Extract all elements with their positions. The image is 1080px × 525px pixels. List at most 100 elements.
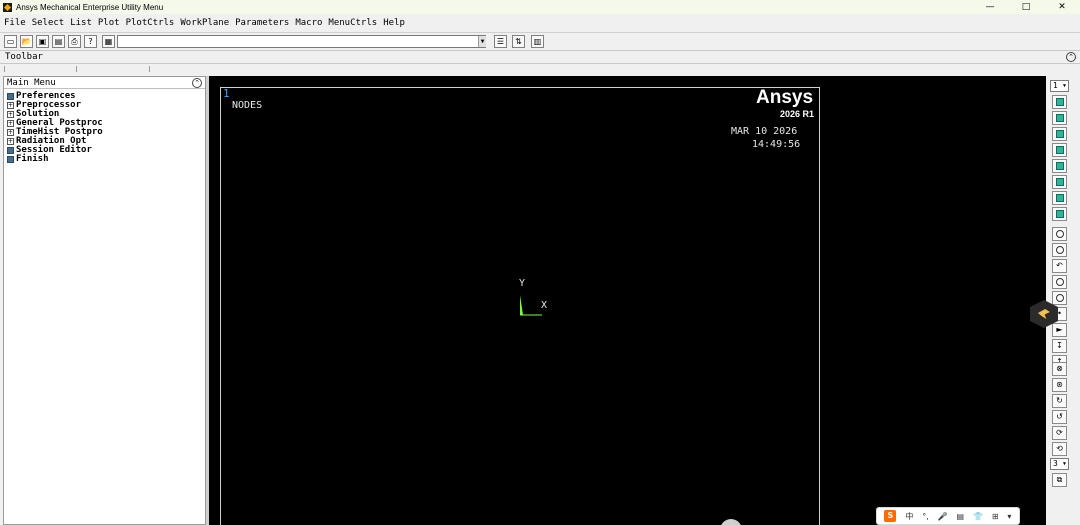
plot-date: MAR 10 2026 <box>731 126 798 137</box>
oblique-cube-icon <box>1055 114 1064 122</box>
punctuation-icon[interactable]: °, <box>922 512 929 521</box>
toolbar-label: Toolbar <box>5 52 43 62</box>
rotate-z-icon: ⟲ <box>1056 444 1063 453</box>
open-icon[interactable]: 📂 <box>20 35 33 48</box>
expand-icon[interactable]: + <box>7 111 14 118</box>
release-label: 2026 R1 <box>780 109 815 119</box>
front-cube-icon <box>1055 130 1064 138</box>
window-title: Ansys Mechanical Enterprise Utility Menu <box>16 2 164 12</box>
window-number: 1 <box>223 87 230 100</box>
contact-manager-icon[interactable]: ☰ <box>494 35 507 48</box>
toolbar-collapse-icon[interactable]: ⌃ <box>1066 52 1076 62</box>
menu-parameters[interactable]: Parameters <box>235 18 289 28</box>
new-icon[interactable]: ▭ <box>4 35 17 48</box>
left-cube-icon <box>1055 194 1064 202</box>
back-view-button[interactable] <box>1052 143 1067 157</box>
back-up-button[interactable]: ↶ <box>1052 259 1067 273</box>
print-icon[interactable]: ⎙ <box>68 35 81 48</box>
skin-icon[interactable]: 👕 <box>973 512 983 521</box>
command-input[interactable] <box>117 35 486 48</box>
minimize-button[interactable]: — <box>972 0 1008 14</box>
window-select[interactable]: 1 ▼ <box>1050 80 1069 92</box>
rotate-x-icon: ⊛ <box>1056 380 1063 389</box>
ime-language-toggle[interactable]: 中 <box>905 511 913 522</box>
zoom-icon <box>1055 246 1064 254</box>
zoom-in-button[interactable] <box>1052 275 1067 289</box>
rotate-y-minus-button[interactable]: ↻ <box>1052 394 1067 408</box>
print-setup-icon[interactable]: ▤ <box>52 35 65 48</box>
dynamic-mode-icon: ⧉ <box>1056 475 1063 484</box>
maximize-button[interactable]: □ <box>1008 0 1044 14</box>
left-view-button[interactable] <box>1052 191 1067 205</box>
toolbar-separator <box>0 65 1080 73</box>
window-controls: — □ ✕ <box>972 0 1080 14</box>
save-icon[interactable]: ▣ <box>36 35 49 48</box>
menu-help[interactable]: Help <box>383 18 405 28</box>
main-menu-title: Main Menu <box>7 78 56 88</box>
close-button[interactable]: ✕ <box>1044 0 1080 14</box>
rotate-z-minus-button[interactable]: ⟳ <box>1052 426 1067 440</box>
window-select-value: 1 <box>1053 81 1058 90</box>
rotate-z-plus-button[interactable]: ⟲ <box>1052 442 1067 456</box>
unit-icon[interactable]: ▥ <box>531 35 544 48</box>
expand-icon[interactable]: + <box>7 129 14 136</box>
main-menu-item-label: Finish <box>16 154 49 164</box>
bottom-cube-icon <box>1055 178 1064 186</box>
top-view-button[interactable] <box>1052 159 1067 173</box>
help-icon[interactable]: ? <box>84 35 97 48</box>
microphone-icon[interactable]: 🎤 <box>938 512 948 521</box>
right-view-button[interactable] <box>1052 207 1067 221</box>
separator-tick <box>4 66 5 72</box>
graphics-window[interactable]: 1 NODES Ansys 2026 R1 MAR 10 2026 14:49:… <box>209 76 1046 525</box>
main-menu-collapse-icon[interactable]: ⌃ <box>192 78 202 88</box>
pan-right-button[interactable]: ► <box>1052 323 1067 337</box>
menu-workplane[interactable]: WorkPlane <box>180 18 229 28</box>
rotate-y-plus-button[interactable]: ↺ <box>1052 410 1067 424</box>
zoom-out-icon <box>1055 294 1064 302</box>
toolbox-icon[interactable]: ⊞ <box>992 512 999 521</box>
report-generator-icon[interactable]: ⇅ <box>512 35 525 48</box>
chevron-down-icon: ▼ <box>1062 83 1066 89</box>
menu-menuctrls[interactable]: MenuCtrls <box>328 18 377 28</box>
menu-macro[interactable]: Macro <box>295 18 322 28</box>
main-menu-tree: Preferences + Preprocessor + Solution + … <box>4 89 205 164</box>
ansys-logo: Ansys <box>756 87 814 108</box>
rotation-increment-select[interactable]: 3 ▼ <box>1050 458 1069 470</box>
zoom-button[interactable] <box>1052 243 1067 257</box>
menu-plot[interactable]: Plot <box>98 18 120 28</box>
triad-y-axis <box>520 295 523 315</box>
oblique-view-button[interactable] <box>1052 111 1067 125</box>
front-view-button[interactable] <box>1052 127 1067 141</box>
plot-time: 14:49:56 <box>752 139 801 150</box>
isometric-view-button[interactable] <box>1052 95 1067 109</box>
iso-cube-icon <box>1055 98 1064 106</box>
separator-tick <box>149 66 150 72</box>
menu-select[interactable]: Select <box>32 18 65 28</box>
zoom-fit-icon <box>1055 230 1064 238</box>
keyboard-icon[interactable]: ▤ <box>957 512 965 521</box>
menu-file[interactable]: File <box>4 18 26 28</box>
menu-list[interactable]: List <box>70 18 92 28</box>
main-menu-item-finish[interactable]: Finish <box>4 155 205 164</box>
action-icon <box>7 147 14 154</box>
fit-view-button[interactable] <box>1052 227 1067 241</box>
bottom-view-button[interactable] <box>1052 175 1067 189</box>
expand-icon[interactable]: + <box>7 102 14 109</box>
ime-menu-icon[interactable]: ▾ <box>1007 512 1011 521</box>
zoom-out-button[interactable] <box>1052 291 1067 305</box>
plot-label: NODES <box>232 100 263 111</box>
sogou-logo-icon[interactable]: S <box>884 510 897 522</box>
menu-plotctrls[interactable]: PlotCtrls <box>126 18 175 28</box>
toolbar-panel: Toolbar ⌃ <box>0 50 1080 64</box>
rotate-x-minus-button[interactable]: ⊗ <box>1052 362 1067 376</box>
zoom-in-icon <box>1055 278 1064 286</box>
rotate-x-plus-button[interactable]: ⊛ <box>1052 378 1067 392</box>
title-bar: Ansys Mechanical Enterprise Utility Menu… <box>0 0 1080 14</box>
dynamic-mode-button[interactable]: ⧉ <box>1052 473 1067 487</box>
pan-down-button[interactable]: ↧ <box>1052 339 1067 353</box>
image-capture-icon[interactable]: ▦ <box>102 35 115 48</box>
command-history-dropdown[interactable]: ▼ <box>478 36 486 47</box>
chevron-down-icon: ▼ <box>1062 461 1066 467</box>
expand-icon[interactable]: + <box>7 120 14 127</box>
expand-icon[interactable]: + <box>7 138 14 145</box>
